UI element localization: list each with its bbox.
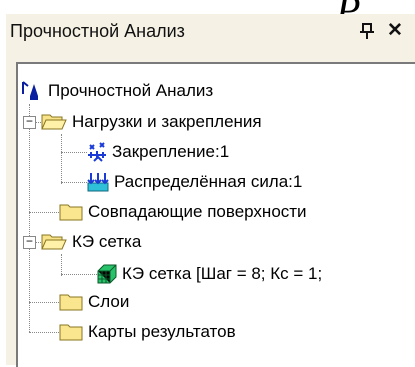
tree-root[interactable]: Прочностной Анализ [20,76,213,106]
folder-icon [59,294,83,311]
tree-connector [61,182,87,183]
tree-connector [61,134,62,184]
tree-connector [29,104,30,302]
tree-connector [61,152,87,153]
mesh-icon [97,264,117,284]
expander-mesh[interactable]: − [23,236,36,249]
tree-item-layers[interactable]: Слои [58,287,129,317]
tree-item-fixture[interactable]: Закрепление:1 [86,137,229,167]
tree-view[interactable]: − − Прочностной Анализ Нагрузки и закреп… [16,62,415,367]
tree-item-fe-mesh[interactable]: КЭ сетка [Шаг = 8; Кс = 1; [96,259,322,289]
folder-open-icon [41,114,67,130]
pin-icon[interactable] [356,20,378,42]
tree-item-distributed-force[interactable]: Распределённая сила:1 [86,167,302,197]
tree-panel: Прочностной Анализ ✕ − − Прочностной Ана… [6,14,415,367]
panel-header: Прочностной Анализ ✕ [6,14,415,50]
tree-item-label: Нагрузки и закрепления [72,112,262,131]
folder-icon [59,204,83,221]
tree-item-label: Совпадающие поверхности [88,202,307,221]
tree-item-result-maps[interactable]: Карты результатов [58,317,236,347]
tree-item-label: Карты результатов [88,322,236,341]
tree-item-label: Закрепление:1 [112,142,230,161]
tree-connector [29,302,59,303]
folder-open-icon [41,234,67,250]
tree-item-fe-mesh-folder[interactable]: КЭ сетка [40,227,141,257]
close-button[interactable]: ✕ [384,20,406,42]
panel-title: Прочностной Анализ [10,21,185,41]
folder-icon [59,324,83,341]
tree-item-label: Слои [88,292,130,311]
tree-item-coincident-surfaces[interactable]: Совпадающие поверхности [58,197,307,227]
tree-item-label: КЭ сетка [72,232,142,251]
tree-connector [29,302,30,332]
distributed-force-icon [87,173,109,192]
tree-item-loads[interactable]: Нагрузки и закрепления [40,107,262,137]
fixture-icon [88,142,106,162]
expander-loads[interactable]: − [23,116,36,129]
tree-connector [29,212,59,213]
tree-item-label: КЭ сетка [Шаг = 8; Кс = 1; [122,264,323,283]
tree-connector [61,274,97,275]
tree-root-label: Прочностной Анализ [48,81,214,100]
tree-item-label: Распределённая сила:1 [114,172,303,191]
analysis-icon [22,81,38,100]
tree-connector [61,254,62,276]
tree-connector [29,332,59,333]
